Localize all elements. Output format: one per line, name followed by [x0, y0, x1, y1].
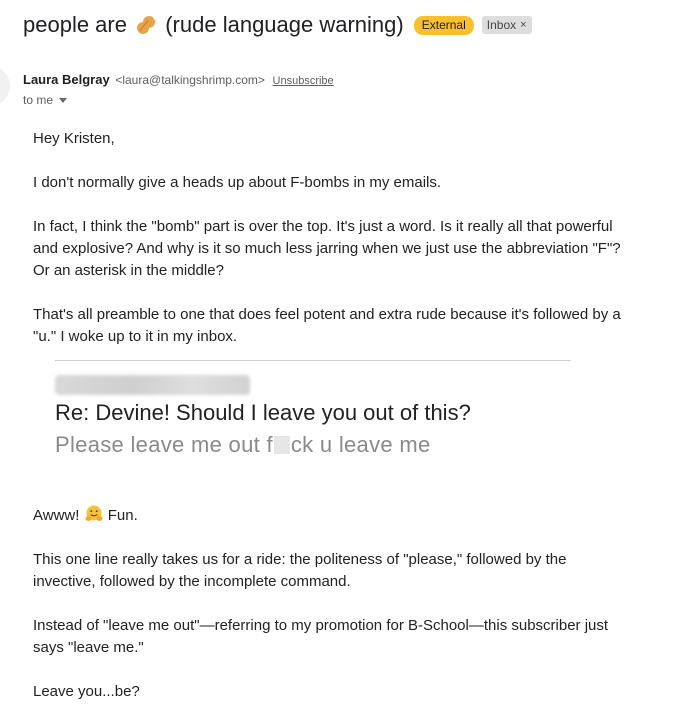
paragraph-1: I don't normally give a heads up about F…	[33, 174, 442, 191]
peanut-icon	[137, 16, 156, 34]
hugging-face-icon	[85, 505, 103, 521]
paragraph-7: Leave you...be?	[33, 683, 140, 700]
censor-box	[273, 436, 290, 454]
blurred-sender-name	[55, 375, 250, 395]
quoted-subject: Re: Devine! Should I leave you out of th…	[55, 400, 471, 425]
paragraph-3: That's all preamble to one that does fee…	[33, 306, 621, 345]
paragraph-4: Awww! Fun.	[33, 505, 633, 527]
sender-email: <laura@talkingshrimp.com>	[115, 73, 265, 87]
paragraph-2: In fact, I think the "bomb" part is over…	[33, 218, 621, 279]
quoted-preview: Please leave me out f ck u leave me	[55, 434, 431, 456]
subject-row: people are (rude language warning) Exter…	[23, 12, 532, 38]
inbox-label-text: Inbox	[486, 18, 517, 32]
quoted-preview-start: Please leave me out f	[55, 432, 273, 457]
paragraph-4-end: Fun.	[107, 507, 138, 524]
quoted-email-screenshot: Re: Devine! Should I leave you out of th…	[55, 360, 571, 505]
email-body: Hey Kristen, I don't normally give a hea…	[33, 128, 633, 725]
quoted-preview-end: ck u leave me	[290, 432, 431, 457]
inbox-label-chip[interactable]: Inbox ×	[481, 16, 532, 34]
sender-name: Laura Belgray	[23, 72, 110, 87]
subject-text-start: people are	[23, 12, 127, 37]
avatar	[0, 66, 10, 106]
email-subject: people are (rude language warning)	[23, 12, 404, 38]
paragraph-5: This one line really takes us for a ride…	[33, 551, 567, 590]
recipient-text: to me	[23, 93, 54, 107]
subject-text-end: (rude language warning)	[165, 12, 404, 37]
sender-row: Laura Belgray <laura@talkingshrimp.com> …	[23, 72, 334, 87]
paragraph-4-start: Awww!	[33, 507, 80, 524]
recipient-details-toggle[interactable]: to me	[23, 93, 68, 107]
divider	[55, 360, 571, 361]
paragraph-6: Instead of "leave me out"—referring to m…	[33, 617, 609, 656]
close-icon[interactable]: ×	[520, 18, 526, 32]
greeting: Hey Kristen,	[33, 130, 115, 147]
external-badge: External	[413, 15, 474, 35]
caret-down-icon[interactable]	[59, 97, 68, 103]
unsubscribe-link[interactable]: Unsubscribe	[273, 75, 334, 87]
